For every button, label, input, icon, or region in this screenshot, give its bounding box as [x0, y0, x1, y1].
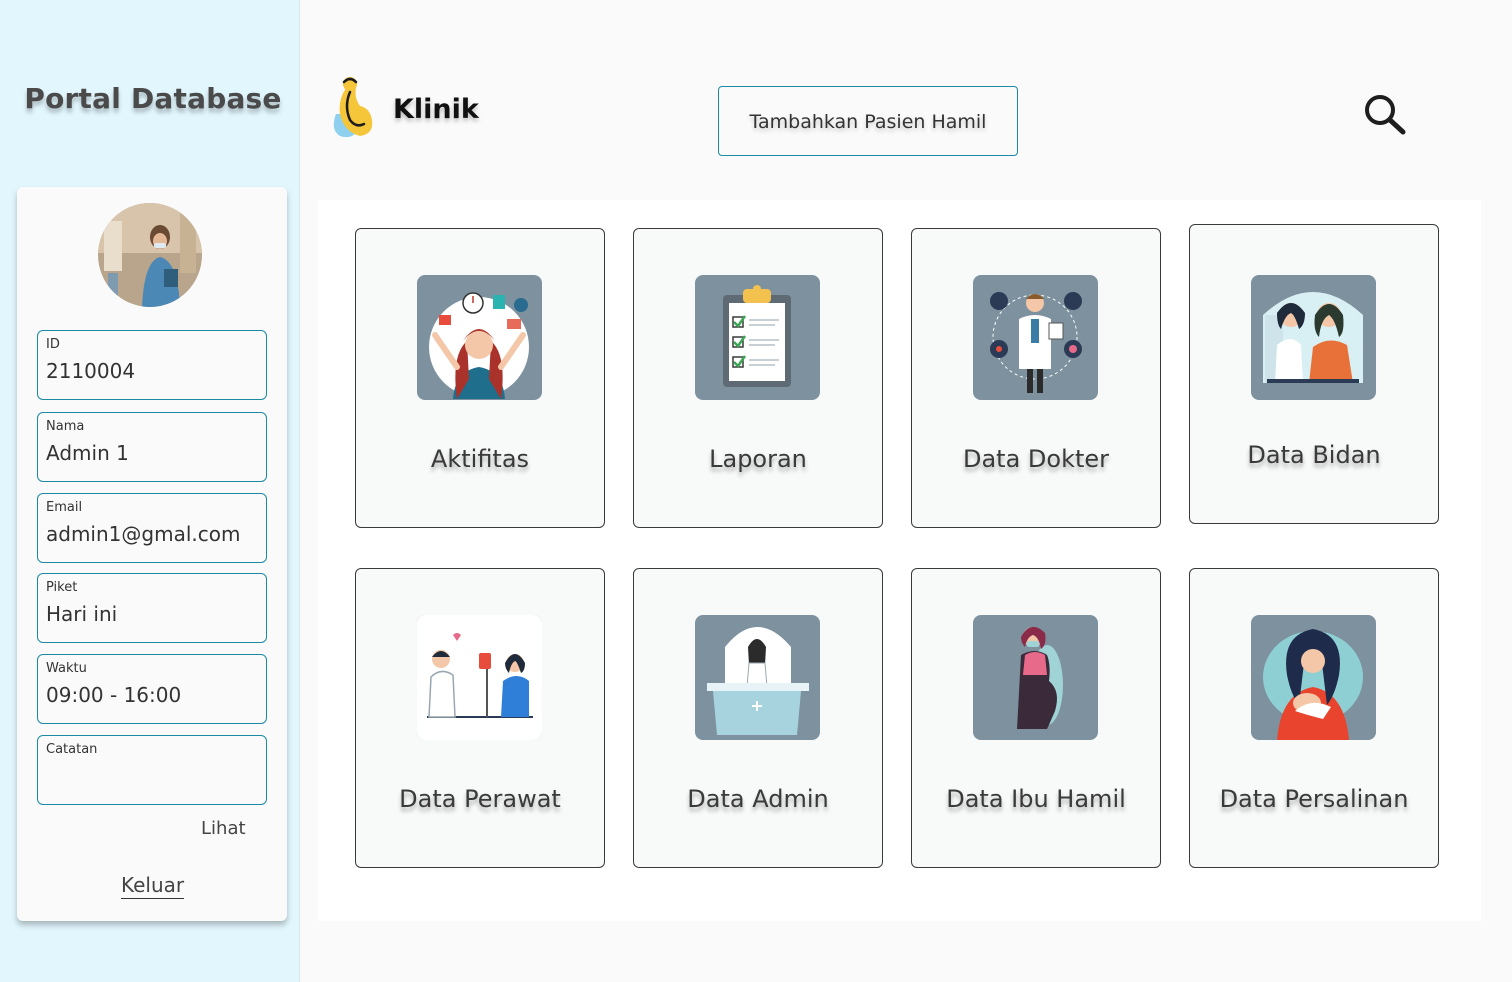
tile-data-ibu-hamil[interactable]: Data Ibu Hamil	[911, 568, 1161, 868]
catatan-field[interactable]: Catatan	[37, 735, 267, 805]
admin-desk-illustration-icon	[695, 615, 820, 740]
piket-field[interactable]: Piket Hari ini	[37, 573, 267, 643]
piket-field-value: Hari ini	[46, 602, 118, 626]
tile-laporan[interactable]: Laporan	[633, 228, 883, 528]
tile-label: Data Perawat	[399, 785, 561, 813]
tile-label: Data Admin	[687, 785, 829, 813]
mother-baby-illustration-icon	[1251, 615, 1376, 740]
name-field-label: Nama	[46, 419, 85, 434]
view-link[interactable]: Lihat	[201, 818, 246, 839]
search-icon[interactable]	[1362, 92, 1408, 136]
tile-data-perawat[interactable]: Data Perawat	[355, 568, 605, 868]
id-field-value: 2110004	[46, 359, 136, 383]
tile-label: Laporan	[709, 445, 807, 473]
tile-data-bidan[interactable]: Data Bidan	[1189, 224, 1439, 524]
sidebar: Portal Database ID 2110004 Nama Admin 1	[0, 0, 300, 982]
waktu-field[interactable]: Waktu 09:00 - 16:00	[37, 654, 267, 724]
tile-data-dokter[interactable]: Data Dokter	[911, 228, 1161, 528]
pregnant-woman-illustration-icon	[973, 615, 1098, 740]
email-field-value: admin1@gmal.com	[46, 522, 241, 546]
sidebar-title: Portal Database	[24, 82, 282, 115]
piket-field-label: Piket	[46, 580, 78, 595]
clinic-logo-icon	[326, 74, 376, 140]
email-field-label: Email	[46, 500, 83, 515]
menu-panel: Aktifitas Laporan Data Dokter Data Bidan…	[318, 200, 1481, 921]
add-pregnant-patient-button[interactable]: Tambahkan Pasien Hamil	[718, 86, 1018, 156]
id-field[interactable]: ID 2110004	[37, 330, 267, 400]
tile-label: Aktifitas	[430, 445, 530, 473]
brand-name: Klinik	[393, 94, 479, 125]
tile-label: Data Bidan	[1247, 441, 1381, 469]
id-field-label: ID	[46, 337, 60, 352]
tile-label: Data Dokter	[962, 445, 1110, 473]
profile-card: ID 2110004 Nama Admin 1 Email admin1@gma…	[17, 187, 287, 921]
name-field[interactable]: Nama Admin 1	[37, 412, 267, 482]
tile-aktifitas[interactable]: Aktifitas	[355, 228, 605, 528]
waktu-field-value: 09:00 - 16:00	[46, 683, 182, 707]
tile-data-persalinan[interactable]: Data Persalinan	[1189, 568, 1439, 868]
tile-data-admin[interactable]: Data Admin	[633, 568, 883, 868]
tile-label: Data Ibu Hamil	[946, 785, 1126, 813]
midwife-illustration-icon	[1251, 275, 1376, 400]
email-field[interactable]: Email admin1@gmal.com	[37, 493, 267, 563]
catatan-field-label: Catatan	[46, 742, 98, 757]
activity-illustration-icon	[417, 275, 542, 400]
nurse-illustration-icon	[417, 615, 542, 740]
doctor-illustration-icon	[973, 275, 1098, 400]
avatar	[98, 203, 202, 307]
logout-link[interactable]: Keluar	[121, 873, 185, 899]
tile-label: Data Persalinan	[1219, 785, 1409, 813]
name-field-value: Admin 1	[46, 441, 129, 465]
clipboard-report-icon	[695, 275, 820, 400]
waktu-field-label: Waktu	[46, 661, 87, 676]
